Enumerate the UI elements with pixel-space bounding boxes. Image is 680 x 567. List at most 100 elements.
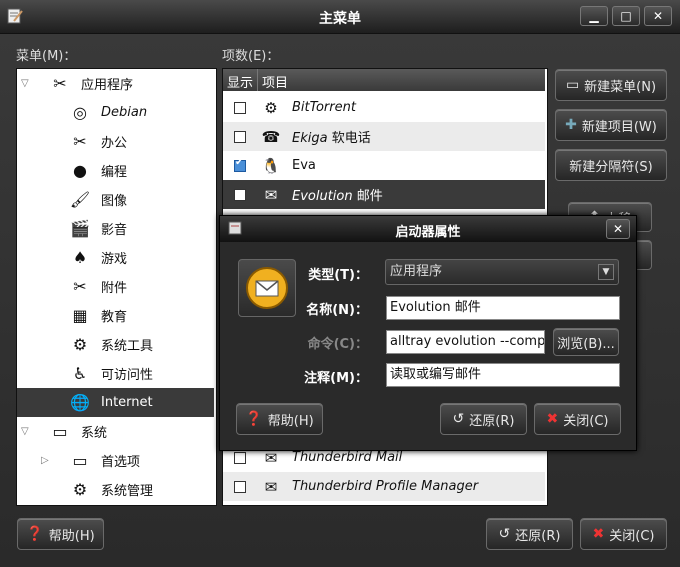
plus-icon: ✚ [565, 117, 577, 133]
help-button[interactable]: ❓ 帮助(H) [17, 518, 104, 550]
items-label: 项数(E)： [222, 49, 280, 64]
minimize-button[interactable]: ▁ [580, 6, 608, 26]
dialog-close-button[interactable]: ✖ 关闭(C) [534, 403, 621, 435]
list-item-label: Thunderbird Mail [292, 450, 403, 465]
bittorrent-icon: ⚙ [264, 98, 278, 117]
close-button[interactable]: ✖ 关闭(C) [580, 518, 667, 550]
tree-item[interactable]: ♿ 可访问性 [17, 359, 214, 388]
tree-item[interactable]: ▦ 教育 [17, 301, 214, 330]
maximize-button[interactable]: □ [612, 6, 640, 26]
list-item[interactable]: ⚙ BitTorrent [223, 93, 545, 122]
help-icon: ❓ [245, 411, 263, 427]
command-field[interactable]: alltray evolution --comp [386, 330, 545, 354]
revert-button[interactable]: ↺ 还原(R) [486, 518, 573, 550]
tree-item-label: 教育 [101, 310, 128, 325]
column-item[interactable]: 项目 [262, 72, 288, 91]
list-item-label: BitTorrent [292, 100, 356, 115]
comment-label: 注释(M)： [304, 371, 368, 386]
accessibility-icon: ♿ [72, 364, 88, 383]
launcher-properties-dialog: 启动器属性 ✕ 类型(T)： 应用程序 ▼ 名称(N)： Evolution 邮… [219, 215, 637, 451]
tree-item-label: 系统 [81, 426, 108, 441]
list-item[interactable]: 🐧 Eva [223, 151, 545, 180]
expander-open-icon[interactable]: ▽ [21, 78, 29, 89]
tree-item-label: 办公 [101, 136, 128, 151]
tree-item-label: Debian [101, 105, 148, 120]
office-icon: ✂ [73, 132, 87, 151]
revert-icon: ↺ [452, 411, 465, 427]
programming-icon: ● [73, 161, 87, 180]
tree-item-label: 可访问性 [101, 368, 154, 383]
list-item-label: Eva [292, 158, 316, 173]
show-checkbox[interactable] [234, 188, 246, 201]
type-label: 类型(T)： [308, 268, 368, 283]
type-select[interactable]: 应用程序 ▼ [385, 259, 619, 285]
tree-item-label: 系统工具 [101, 339, 154, 354]
debian-icon: ◎ [73, 103, 87, 122]
tree-item-label: Internet [101, 395, 153, 410]
show-checkbox[interactable] [234, 480, 246, 493]
tree-item[interactable]: 🎬 影音 [17, 214, 214, 243]
close-window-button[interactable]: ✕ [644, 6, 672, 26]
menus-label: 菜单(M)： [16, 49, 77, 64]
list-item[interactable]: ✉ Thunderbird Profile Manager [223, 472, 545, 501]
tree-item[interactable]: 🖌 图像 [17, 185, 214, 214]
browse-button[interactable]: 浏览(B)... [553, 328, 619, 356]
expander-closed-icon[interactable]: ▷ [41, 455, 49, 466]
show-checkbox[interactable] [234, 130, 246, 143]
new-separator-button[interactable]: 新建分隔符(S) [555, 149, 667, 181]
multimedia-icon: 🎬 [70, 219, 90, 238]
show-checkbox[interactable] [234, 451, 246, 464]
tree-item-label: 附件 [101, 281, 128, 296]
new-menu-button[interactable]: ▭ 新建菜单(N) [555, 69, 667, 101]
games-icon: ♠ [72, 248, 88, 267]
menu-tree[interactable]: ✂ 应用程序 ▽ ◎ Debian ✂ 办公 ● 编程 🖌 图像 🎬 影音 ♠ 游戏 ✂ 附件 ▦ 教育 ⚙ 系统工具 ♿… [16, 68, 217, 506]
help-icon: ❓ [26, 526, 44, 542]
tree-item[interactable]: ✂ 附件 [17, 272, 214, 301]
dialog-title-bar: 启动器属性 ✕ [220, 216, 636, 242]
list-item-label: Evolution 邮件 [292, 189, 383, 204]
window-title: 主菜单 [319, 11, 361, 27]
tree-item[interactable]: ♠ 游戏 [17, 243, 214, 272]
list-item-label: Thunderbird Profile Manager [292, 479, 479, 494]
dialog-close-icon[interactable]: ✕ [606, 219, 630, 239]
tree-item[interactable]: ⚙ 系统工具 [17, 330, 214, 359]
close-x-icon: ✖ [546, 411, 559, 427]
dialog-title: 启动器属性 [395, 225, 461, 240]
tree-item-label: 游戏 [101, 252, 128, 267]
tree-item[interactable]: ◎ Debian [17, 98, 214, 127]
tree-item[interactable]: ⚙ 系统管理 [17, 475, 214, 504]
list-item-label: Ekiga 软电话 [292, 131, 371, 146]
evolution-icon [246, 267, 288, 309]
tree-item-label: 系统管理 [101, 484, 154, 499]
show-checkbox[interactable] [234, 157, 246, 172]
administration-icon: ⚙ [72, 480, 88, 499]
preferences-icon: ▭ [72, 451, 88, 470]
dialog-help-button[interactable]: ❓ 帮助(H) [236, 403, 323, 435]
list-item[interactable]: ✉ Evolution 邮件 [223, 180, 545, 209]
tree-item[interactable]: 🌐 Internet [17, 388, 214, 417]
dialog-revert-button[interactable]: ↺ 还原(R) [440, 403, 527, 435]
tree-item[interactable]: ● 编程 [17, 156, 214, 185]
ekiga-icon: ☎ [261, 127, 281, 146]
launcher-icon-button[interactable] [238, 259, 296, 317]
system-tools-icon: ⚙ [72, 335, 88, 354]
list-item[interactable]: ☎ Ekiga 软电话 [223, 122, 545, 151]
chevron-down-icon: ▼ [598, 264, 614, 280]
show-checkbox[interactable] [234, 101, 246, 114]
tree-item[interactable]: ▭ 系统 [17, 417, 214, 446]
new-item-button[interactable]: ✚ 新建项目(W) [555, 109, 667, 141]
name-label: 名称(N)： [306, 303, 368, 318]
expander-open-icon[interactable]: ▽ [21, 426, 29, 437]
command-label: 命令(C)： [307, 337, 368, 352]
tree-item[interactable]: ✂ 办公 [17, 127, 214, 156]
comment-field[interactable]: 读取或编写邮件 [386, 363, 620, 387]
new-menu-icon: ▭ [565, 77, 580, 93]
column-show[interactable]: 显示 [227, 72, 253, 91]
internet-icon: 🌐 [70, 393, 90, 412]
system-icon: ▭ [52, 422, 68, 441]
tree-item[interactable]: ✂ 应用程序 [17, 69, 214, 98]
applications-icon: ✂ [53, 74, 67, 93]
eva-penguin-icon: 🐧 [261, 156, 281, 175]
revert-icon: ↺ [498, 526, 511, 542]
name-field[interactable]: Evolution 邮件 [386, 296, 620, 320]
